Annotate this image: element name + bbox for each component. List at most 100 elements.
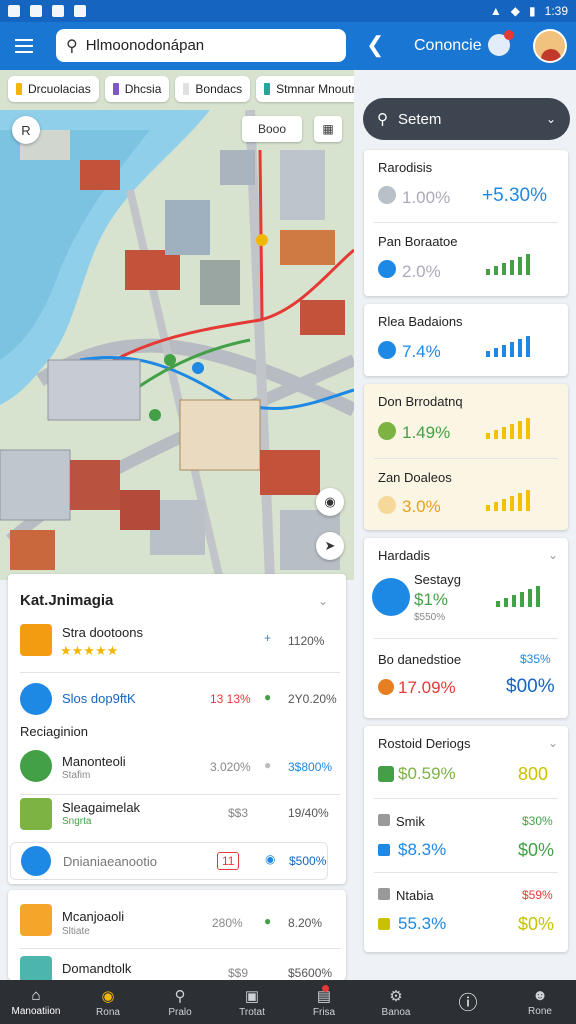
chip-color-icon <box>264 83 271 95</box>
menu-icon[interactable] <box>2 24 46 68</box>
divider <box>374 638 558 639</box>
plus-icon[interactable]: + <box>264 631 271 645</box>
book-icon <box>20 624 52 656</box>
chevron-down-icon: ⌄ <box>545 112 556 126</box>
leaf-icon: ● <box>264 690 272 704</box>
search-icon: ⚲ <box>66 37 78 55</box>
list-card: Kat.Jnimagia ⌄ Stra dootoons ★★★★★ + 112… <box>8 574 346 884</box>
right-panel: ⚲ Setem ⌄ Rarodisis 1.00% +5.30% Pan Bor… <box>354 70 576 980</box>
car-icon <box>378 814 390 826</box>
section-title: Reciaginion <box>20 724 88 739</box>
map-canvas[interactable] <box>0 70 354 580</box>
nav-item-alert[interactable]: ⓘ <box>432 980 504 1024</box>
count-badge: 11 <box>217 852 240 870</box>
bird-icon <box>372 578 410 616</box>
stats-card: Don Brrodatnq 1.49% Zan Doaleos 3.0% <box>364 384 568 530</box>
filter-chip[interactable]: Bondacs <box>175 76 251 102</box>
list-item[interactable]: Manonteoli Stafim 3.020% ● 3$800% <box>8 744 344 798</box>
nav-item-profile[interactable]: ☻ Rone <box>504 980 576 1024</box>
chevron-down-icon[interactable]: ⌄ <box>548 736 558 750</box>
filter-dropdown[interactable]: ⚲ Setem ⌄ <box>363 98 570 140</box>
star-rating: ★★★★★ <box>60 643 119 658</box>
list-item[interactable]: Mcanjoaoli Sltiate 280% ● 8.20% <box>8 894 344 948</box>
gear-icon: ⚙ <box>389 987 403 1005</box>
alert-icon: ⓘ <box>458 992 478 1014</box>
divider <box>374 222 558 223</box>
chevron-down-icon[interactable]: ⌄ <box>548 548 558 562</box>
filter-chip[interactable]: Stmnar Mnoutrate <box>256 76 354 102</box>
chip-color-icon <box>112 83 119 95</box>
filter-chip[interactable]: Drcuolacias <box>8 76 99 102</box>
nav-item-home[interactable]: ⌂ Manoatiion <box>0 980 72 1024</box>
map-layers-icon[interactable]: ▦ <box>314 116 342 142</box>
summary-card: Rostoid Deriogs ⌄ $0.59% 800 Smik $30% $… <box>364 726 568 952</box>
avatar[interactable] <box>533 29 567 63</box>
app-title: Cononcie <box>414 37 482 54</box>
compass-button[interactable]: R <box>12 116 40 144</box>
car-icon <box>378 888 390 900</box>
layer-button[interactable]: Booo <box>242 116 302 142</box>
building-icon <box>20 956 52 980</box>
clock: 1:39 <box>544 4 568 18</box>
search-box[interactable]: ⚲ <box>56 29 346 62</box>
notification-icon <box>30 5 42 17</box>
nav-item-search[interactable]: ⚲ Pralo <box>144 980 216 1024</box>
dot-icon <box>378 679 394 695</box>
notification-bell-icon[interactable] <box>488 30 514 56</box>
circle-icon: ◉ <box>101 987 115 1005</box>
leaf-icon: ● <box>264 914 272 928</box>
spark-bars <box>496 586 540 607</box>
leaf-icon <box>378 422 396 440</box>
grid-icon <box>20 750 52 782</box>
map-view[interactable]: Drcuolacias Dhcsia Bondacs Stmnar Mnoutr… <box>0 70 354 580</box>
wifi-icon: ◆ <box>510 4 521 18</box>
list-item[interactable]: Domandtolk $$9 $5600% <box>8 948 344 980</box>
coin-icon <box>378 496 396 514</box>
chevron-down-icon[interactable]: ⌄ <box>318 594 328 608</box>
card-title: Kat.Jnimagia <box>20 592 114 609</box>
app-bar: ⚲ ❮ Cononcie <box>0 22 576 70</box>
divider <box>374 872 558 873</box>
status-bar: ▲ ◆ ▮ 1:39 <box>0 0 576 22</box>
flag-icon <box>378 844 390 856</box>
search-icon: ⚲ <box>377 111 388 128</box>
notification-icon <box>74 5 86 17</box>
list-card: Mcanjoaoli Sltiate 280% ● 8.20% Domandto… <box>8 890 346 980</box>
home-icon: ⌂ <box>31 987 41 1004</box>
search-input[interactable] <box>85 37 316 54</box>
list-item[interactable]: Dnianiaeanootio 11 ◉ $500% <box>10 842 328 880</box>
search-icon: ⚲ <box>174 987 186 1005</box>
chart-icon <box>378 341 396 359</box>
nav-item-image[interactable]: ▣ Trotat <box>216 980 288 1024</box>
nav-item-rona[interactable]: ◉ Rona <box>72 980 144 1024</box>
spark-bars <box>486 336 530 357</box>
image-icon: ▣ <box>244 987 260 1005</box>
divider <box>374 458 558 459</box>
notification-icon <box>52 5 64 17</box>
battery-icon: ▮ <box>529 4 536 18</box>
nav-item-settings[interactable]: ⚙ Banoa <box>360 980 432 1024</box>
list-item[interactable]: Stra dootoons ★★★★★ + 1120% <box>8 618 344 672</box>
filter-chip[interactable]: Dhcsia <box>104 76 170 102</box>
building-icon <box>20 798 52 830</box>
bottom-nav: ⌂ Manoatiion ◉ Rona ⚲ Pralo ▣ Trotat ▤ F… <box>0 980 576 1024</box>
spark-bars <box>486 254 530 275</box>
spark-bars <box>486 418 530 439</box>
leaf-icon <box>20 683 52 715</box>
list-item[interactable]: Slos dop9ftK 13 13% ● 2Y0.20% <box>8 672 344 726</box>
location-icon[interactable]: ◉ <box>316 488 344 516</box>
navigation-icon[interactable]: ➤ <box>316 532 344 560</box>
globe-icon <box>378 260 396 278</box>
nav-item-bag[interactable]: ▤ Frisa <box>288 980 360 1024</box>
back-arrow-icon[interactable]: ❮ <box>366 32 384 58</box>
list-item[interactable]: Sleagaimelak Sngrta $$3 19/40% <box>8 794 344 848</box>
stats-card: Rarodisis 1.00% +5.30% Pan Boraatoe 2.0% <box>364 150 568 296</box>
signal-icon: ▲ <box>489 4 502 18</box>
chip-color-icon <box>16 83 22 95</box>
tag-icon <box>378 766 394 782</box>
chip-color-icon <box>183 83 190 95</box>
document-icon <box>20 904 52 936</box>
puzzle-icon <box>378 186 396 204</box>
notification-icon <box>8 5 20 17</box>
summary-card: Hardadis ⌄ Sestayg $1% $550% Bo danedsti… <box>364 538 568 718</box>
